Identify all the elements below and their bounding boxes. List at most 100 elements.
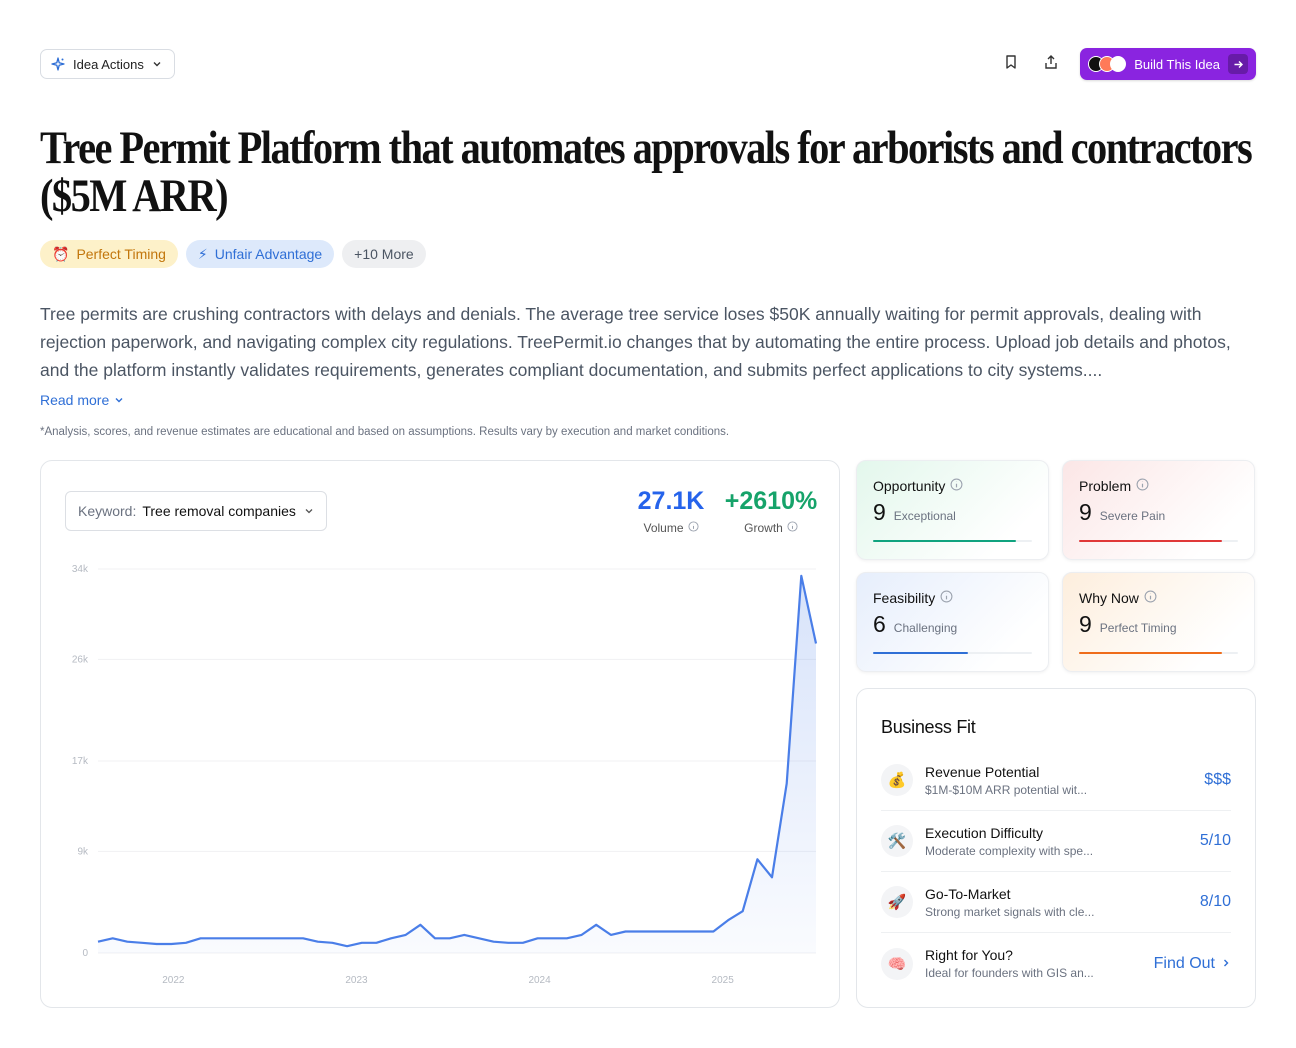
volume-value: 27.1K bbox=[637, 487, 705, 515]
biz-row-name: Right for You? bbox=[925, 947, 1013, 963]
biz-row-desc: Strong market signals with cle... bbox=[925, 904, 1095, 919]
score-name: Why Now bbox=[1079, 590, 1139, 606]
chevron-down-icon bbox=[304, 503, 314, 519]
score-descriptor: Perfect Timing bbox=[1099, 621, 1177, 635]
score-bar bbox=[873, 652, 1032, 654]
info-icon[interactable] bbox=[1136, 478, 1149, 494]
biz-row-go-to-market[interactable]: 🚀 Go-To-Market Strong market signals wit… bbox=[881, 872, 1231, 933]
biz-row-desc: $1M-$10M ARR potential wit... bbox=[925, 782, 1088, 797]
score-bar-fill bbox=[1079, 540, 1223, 542]
score-bar bbox=[873, 540, 1032, 542]
tag-unfair-advantage[interactable]: ⚡ Unfair Advantage bbox=[185, 240, 335, 268]
x-tick-label: 2025 bbox=[712, 975, 735, 986]
biz-row-name: Go-To-Market bbox=[925, 885, 1011, 902]
find-out-link[interactable]: Find Out bbox=[1154, 955, 1231, 973]
score-name: Feasibility bbox=[873, 590, 936, 606]
score-bar-fill bbox=[873, 652, 969, 654]
x-tick-label: 2022 bbox=[162, 975, 185, 986]
score-bar bbox=[1079, 540, 1238, 542]
chevron-down-icon bbox=[152, 59, 162, 69]
biz-row-name: Execution Difficulty bbox=[925, 824, 1044, 841]
info-icon[interactable] bbox=[950, 478, 963, 494]
x-tick-label: 2024 bbox=[528, 975, 551, 986]
biz-row-desc: Ideal for founders with GIS an... bbox=[925, 966, 1094, 980]
score-value: 9 bbox=[1079, 499, 1092, 525]
tag-perfect-timing[interactable]: ⏰ Perfect Timing bbox=[40, 240, 178, 268]
trend-area bbox=[98, 575, 816, 953]
bookmark-icon bbox=[1003, 54, 1019, 75]
alarm-clock-icon: ⏰ bbox=[52, 245, 70, 262]
info-icon[interactable] bbox=[687, 521, 699, 535]
info-icon[interactable] bbox=[940, 590, 953, 606]
partner-logos bbox=[1088, 56, 1127, 72]
biz-row-value: $$$ bbox=[1204, 771, 1231, 788]
bookmark-button[interactable] bbox=[1000, 53, 1022, 75]
growth-label: Growth bbox=[744, 521, 783, 535]
tag-list: ⏰ Perfect Timing ⚡ Unfair Advantage +10 … bbox=[40, 240, 426, 268]
biz-row-value: 8/10 bbox=[1199, 893, 1231, 910]
build-this-idea-button[interactable]: Build This Idea bbox=[1080, 48, 1256, 80]
rocket-icon: 🚀 bbox=[881, 886, 913, 918]
share-button[interactable] bbox=[1040, 53, 1062, 75]
partner-logo-icon bbox=[1110, 56, 1127, 72]
info-icon[interactable] bbox=[787, 521, 798, 535]
y-tick-label: 9k bbox=[77, 846, 89, 857]
y-tick-label: 34k bbox=[72, 564, 89, 575]
lightning-icon: ⚡ bbox=[197, 245, 208, 262]
tag-label: Unfair Advantage bbox=[214, 246, 323, 262]
page-title: Tree Permit Platform that automates appr… bbox=[40, 122, 1253, 222]
read-more-link[interactable]: Read more bbox=[40, 392, 124, 408]
chevron-down-icon bbox=[114, 392, 124, 408]
idea-actions-label: Idea Actions bbox=[73, 56, 144, 72]
score-bar-fill bbox=[873, 540, 1017, 542]
tag-label: Perfect Timing bbox=[76, 246, 166, 262]
score-value: 9 bbox=[1079, 611, 1092, 637]
score-descriptor: Challenging bbox=[893, 621, 958, 635]
score-card-why-now[interactable]: Why Now 9 Perfect Timing bbox=[1062, 572, 1255, 672]
arrow-right-icon bbox=[1228, 54, 1248, 74]
biz-row-revenue-potential[interactable]: 💰 Revenue Potential $1M-$10M ARR potenti… bbox=[881, 750, 1231, 811]
business-fit-card: Business Fit 💰 Revenue Potential $1M-$10… bbox=[856, 688, 1256, 1008]
keyword-select[interactable]: Keyword: Tree removal companies bbox=[65, 491, 327, 531]
business-fit-title: Business Fit bbox=[881, 717, 976, 737]
biz-row-value: 5/10 bbox=[1199, 832, 1231, 849]
volume-stat: 27.1K Volume bbox=[631, 485, 711, 535]
top-bar: Idea Actions Build This Idea bbox=[40, 48, 1256, 80]
growth-stat: +2610% Growth bbox=[721, 485, 821, 535]
y-tick-label: 26k bbox=[72, 654, 89, 665]
score-card-problem[interactable]: Problem 9 Severe Pain bbox=[1062, 460, 1255, 560]
build-label: Build This Idea bbox=[1134, 56, 1220, 72]
trend-chart-card: 34k 26k 17k 9k 0 2022 2023 2024 2025 Keyword: Tr… bbox=[40, 460, 840, 1008]
brain-icon: 🧠 bbox=[881, 947, 913, 980]
x-tick-label: 2023 bbox=[345, 975, 368, 986]
info-icon[interactable] bbox=[1144, 590, 1157, 606]
score-card-feasibility[interactable]: Feasibility 6 Challenging bbox=[856, 572, 1049, 672]
biz-row-name: Revenue Potential bbox=[925, 763, 1040, 780]
keyword-value: Tree removal companies bbox=[142, 503, 296, 519]
idea-actions-button[interactable]: Idea Actions bbox=[40, 49, 175, 79]
score-name: Problem bbox=[1079, 478, 1132, 494]
score-value: 9 bbox=[873, 499, 886, 525]
sparkle-icon bbox=[51, 57, 65, 71]
score-value: 6 bbox=[873, 611, 886, 637]
score-descriptor: Severe Pain bbox=[1099, 509, 1166, 523]
share-icon bbox=[1043, 54, 1059, 75]
score-bar bbox=[1079, 652, 1238, 654]
growth-value: +2610% bbox=[724, 487, 818, 515]
read-more-label: Read more bbox=[40, 392, 110, 408]
tag-label: +10 More bbox=[354, 246, 414, 262]
score-card-opportunity[interactable]: Opportunity 9 Exceptional bbox=[856, 460, 1049, 560]
money-bag-icon: 💰 bbox=[881, 764, 913, 796]
chevron-right-icon bbox=[1221, 955, 1231, 973]
disclaimer: *Analysis, scores, and revenue estimates… bbox=[40, 426, 730, 438]
score-name: Opportunity bbox=[873, 478, 946, 494]
biz-row-right-for-you[interactable]: 🧠 Right for You? Ideal for founders with… bbox=[881, 933, 1231, 994]
biz-row-desc: Moderate complexity with spe... bbox=[925, 843, 1094, 858]
tag-more[interactable]: +10 More bbox=[342, 240, 426, 268]
tools-icon: 🛠️ bbox=[881, 825, 913, 857]
biz-row-execution-difficulty[interactable]: 🛠️ Execution Difficulty Moderate complex… bbox=[881, 811, 1231, 872]
idea-description: Tree permits are crushing contractors wi… bbox=[40, 304, 1231, 380]
score-bar-fill bbox=[1079, 652, 1223, 654]
volume-label: Volume bbox=[643, 521, 684, 535]
y-tick-label: 0 bbox=[82, 948, 88, 959]
